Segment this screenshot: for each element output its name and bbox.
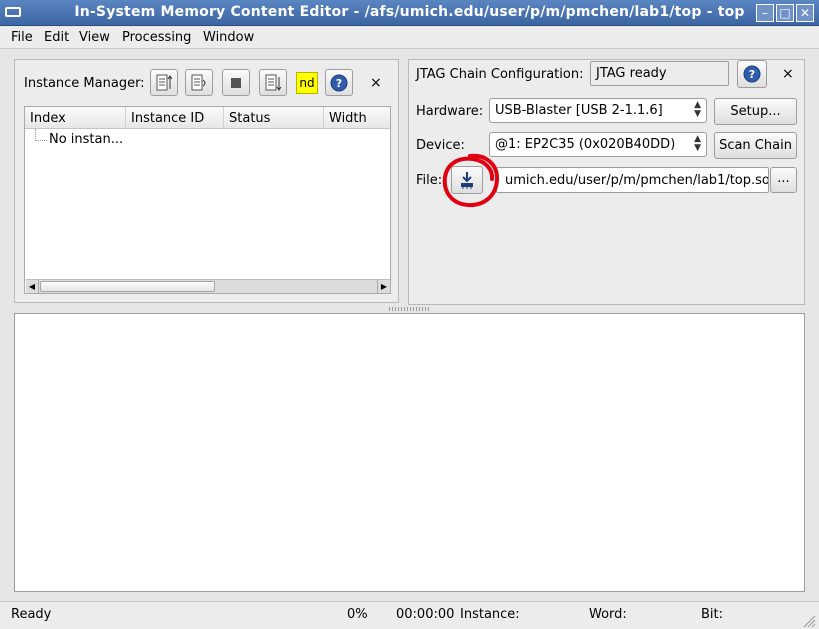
svg-text:?: ?	[749, 68, 755, 81]
hardware-label: Hardware:	[416, 104, 484, 119]
continuous-read-icon	[191, 74, 206, 91]
tree-branch-line	[35, 129, 47, 141]
continuous-read-button[interactable]	[185, 69, 213, 96]
file-path-field[interactable]: umich.edu/user/p/m/pmchen/lab1/top.sof	[496, 167, 769, 193]
close-window-button[interactable]: ✕	[796, 4, 814, 22]
resize-grip-icon[interactable]	[802, 614, 816, 628]
write-data-icon	[265, 74, 282, 91]
menu-file[interactable]: File	[11, 30, 33, 45]
svg-text:?: ?	[336, 77, 342, 90]
read-data-icon	[156, 74, 173, 91]
highlighted-toolbar-button[interactable]: nd	[296, 72, 318, 94]
file-label: File:	[416, 173, 443, 188]
instance-help-button[interactable]: ?	[325, 69, 353, 96]
menu-edit[interactable]: Edit	[44, 30, 69, 45]
status-time: 00:00:00	[396, 607, 455, 622]
annotation-circle	[442, 153, 500, 208]
column-header-width[interactable]: Width	[324, 107, 390, 129]
browse-button[interactable]: ...	[770, 167, 797, 193]
setup-button[interactable]: Setup...	[714, 98, 797, 125]
menu-window[interactable]: Window	[203, 30, 254, 45]
status-progress: 0%	[347, 607, 368, 622]
instance-manager-close[interactable]: ×	[370, 75, 382, 91]
horizontal-scrollbar[interactable]: ◀ ▶	[26, 279, 390, 293]
scroll-left-arrow[interactable]: ◀	[26, 280, 39, 293]
help-icon: ?	[330, 74, 348, 92]
memory-content-pane[interactable]	[14, 313, 805, 592]
read-data-button[interactable]	[150, 69, 178, 96]
title-bar: In-System Memory Content Editor - /afs/u…	[0, 0, 819, 26]
menu-processing[interactable]: Processing	[122, 30, 191, 45]
jtag-help-button[interactable]: ?	[737, 60, 767, 88]
menu-bar: File Edit View Processing Window	[0, 27, 819, 49]
instance-tree[interactable]: Index Instance ID Status Width No instan…	[24, 106, 391, 294]
scan-chain-button[interactable]: Scan Chain	[714, 132, 797, 159]
device-label: Device:	[416, 138, 465, 153]
device-select[interactable]: @1: EP2C35 (0x020B40DD) ▲ ▼	[489, 132, 707, 157]
device-value: @1: EP2C35 (0x020B40DD)	[495, 137, 676, 152]
jtag-close[interactable]: ×	[782, 66, 794, 82]
status-bar: Ready 0% 00:00:00 Instance: Word: Bit:	[0, 601, 819, 629]
tree-item[interactable]: No instan...	[49, 132, 123, 147]
menu-view[interactable]: View	[79, 30, 110, 45]
jtag-status-field: JTAG ready	[590, 61, 729, 86]
dropdown-arrows-icon: ▲ ▼	[694, 134, 701, 153]
status-bit: Bit:	[701, 607, 724, 622]
stop-icon	[231, 78, 241, 88]
instance-manager-label: Instance Manager:	[24, 76, 145, 91]
dropdown-arrows-icon: ▲ ▼	[694, 100, 701, 119]
scroll-right-arrow[interactable]: ▶	[377, 280, 390, 293]
status-word: Word:	[589, 607, 627, 622]
column-header-instance-id[interactable]: Instance ID	[126, 107, 224, 129]
maximize-button[interactable]: □	[776, 4, 794, 22]
status-text: Ready	[11, 607, 52, 622]
window-title: In-System Memory Content Editor - /afs/u…	[74, 4, 745, 20]
jtag-label: JTAG Chain Configuration:	[416, 67, 584, 82]
splitter-grip[interactable]	[389, 307, 429, 311]
column-header-status[interactable]: Status	[224, 107, 324, 129]
hardware-select[interactable]: USB-Blaster [USB 2-1.1.6] ▲ ▼	[489, 98, 707, 123]
write-data-button[interactable]	[259, 69, 287, 96]
stop-button[interactable]	[222, 69, 250, 96]
help-icon: ?	[743, 65, 761, 83]
scrollbar-thumb[interactable]	[40, 281, 215, 292]
minimize-button[interactable]: –	[756, 4, 774, 22]
column-header-index[interactable]: Index	[25, 107, 126, 129]
status-instance: Instance:	[460, 607, 520, 622]
hardware-value: USB-Blaster [USB 2-1.1.6]	[495, 103, 663, 118]
